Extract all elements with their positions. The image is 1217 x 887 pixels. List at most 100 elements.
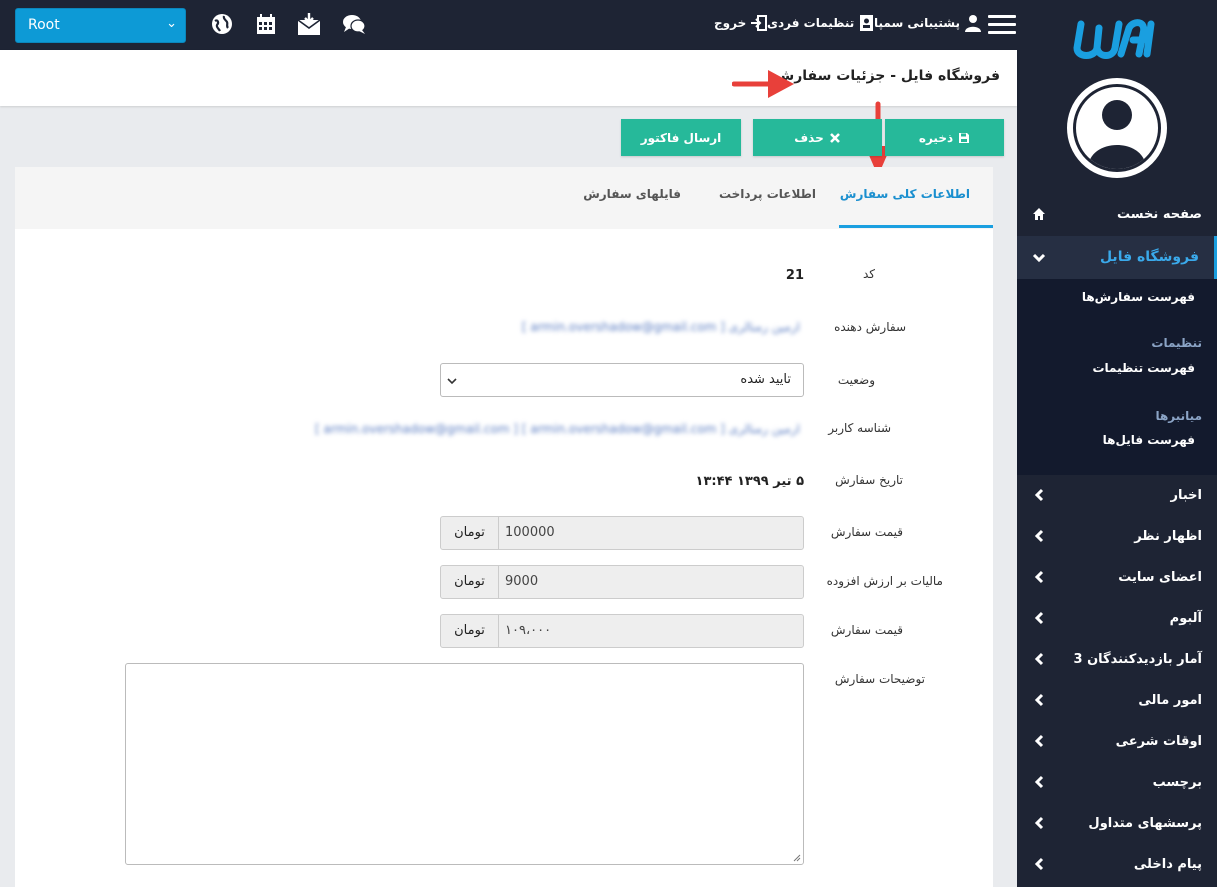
sidebar-module-item[interactable]: پیام داخلی [1017,845,1217,885]
order-price-label: قیمت سفارش [830,525,903,539]
notes-textarea[interactable] [125,663,804,865]
price-unit: تومان [441,517,499,549]
mail-icon[interactable] [297,12,321,36]
chevron-down-icon [1032,250,1046,266]
support-label: پشتیبانی سمپا [874,16,960,30]
user-icon [964,14,982,32]
sidebar: صفحه نخست فروشگاه فایل فهرست سفارش‌ها تن… [1017,0,1217,887]
submenu-orders-list[interactable]: فهرست سفارش‌ها [1082,290,1195,304]
globe-icon[interactable] [210,12,234,36]
submenu-settings-list[interactable]: فهرست تنظیمات [1092,361,1195,375]
chevron-down-icon: ⌄ [166,16,177,31]
order-price-field[interactable]: تومان 100000 [440,516,804,550]
sidebar-item-label: صفحه نخست [1117,207,1202,222]
total-unit: تومان [441,615,499,647]
chevron-left-icon [1032,569,1046,585]
resize-grip-icon[interactable] [793,854,801,862]
page-title: فروشگاه فایل - جزئیات سفارش [774,68,1000,84]
sidebar-module-item[interactable]: آلبوم [1017,599,1217,639]
user-id-value[interactable]: [ armin.overshadow@gmail.com ] [ armin.o… [315,422,800,436]
chevron-left-icon [1032,856,1046,872]
sidebar-module-item[interactable]: اعضای سایت [1017,558,1217,598]
close-icon [829,132,841,144]
logout-link[interactable]: خروج [714,14,768,32]
site-select[interactable]: Root ⌄ [15,8,186,43]
sidebar-item-label: اوقات شرعی [1115,734,1202,749]
code-value: 21 [785,268,804,283]
tab-payment-info[interactable]: اطلاعات پرداخت [719,187,816,201]
menu-toggle-icon[interactable] [988,15,1016,35]
orderer-value[interactable]: [ armin.overshadow@gmail.com ] ارمین رمن… [522,320,800,334]
delete-label: حذف [794,130,824,145]
sidebar-item-home[interactable]: صفحه نخست [1017,195,1217,235]
exit-icon [750,14,768,32]
delete-button[interactable]: حذف [753,119,882,156]
chevron-left-icon [1032,774,1046,790]
sidebar-module-item[interactable]: اظهار نظر [1017,517,1217,557]
sidebar-module-item[interactable]: اوقات شرعی [1017,722,1217,762]
tab-general-info[interactable]: اطلاعات کلی سفارش [840,187,970,201]
tab-order-files[interactable]: فایلهای سفارش [583,187,681,201]
sana-logo [1073,10,1165,66]
chevron-left-icon [1032,487,1046,503]
send-invoice-button[interactable]: ارسال فاکتور [621,119,741,156]
total-price-label: قیمت سفارش [830,623,903,637]
sidebar-module-item[interactable]: امور مالی [1017,681,1217,721]
chevron-left-icon [1032,610,1046,626]
sidebar-item-label: امور مالی [1138,693,1202,708]
chevron-down-icon [447,375,457,385]
chat-icon[interactable] [342,12,366,36]
site-select-value: Root [28,17,60,33]
chevron-left-icon [1032,528,1046,544]
sidebar-item-label: اخبار [1170,488,1203,503]
vat-label: مالیات بر ارزش افزوده [826,574,943,588]
top-bar: Root ⌄ خروج تنظیمات فردی پشتیبانی سمپا [0,0,1017,50]
notes-label: توضیحات سفارش [834,672,925,686]
order-details-panel: اطلاعات کلی سفارش اطلاعات پرداخت فایلهای… [15,167,993,887]
floppy-disk-icon [958,132,970,144]
vat-field[interactable]: تومان 9000 [440,565,804,599]
chevron-left-icon [1032,733,1046,749]
vat-value: 9000 [505,574,539,589]
sidebar-module-item[interactable]: اخبار [1017,476,1217,516]
active-tab-indicator [839,225,993,228]
total-price-field[interactable]: تومان ۱۰۹،۰۰۰ [440,614,804,648]
code-label: کد [862,267,875,281]
support-link[interactable]: پشتیبانی سمپا [874,14,982,32]
calendar-icon[interactable] [254,12,278,36]
sidebar-item-label: فروشگاه فایل [1099,249,1199,265]
annotation-arrow-icon [732,70,794,98]
user-id-label: شناسه کاربر [828,421,891,435]
order-date-value: ۵ تیر ۱۳۹۹ ۱۳:۴۴ [695,474,804,489]
chevron-left-icon [1032,692,1046,708]
sidebar-item-label: آمار بازدیدکنندگان 3 [1073,652,1203,667]
submenu-shortcuts-heading: میانبرها [1155,409,1202,423]
page-header: فروشگاه فایل - جزئیات سفارش [0,50,1017,106]
sidebar-item-label: برچسب [1152,775,1202,790]
submenu-files-list[interactable]: فهرست فایل‌ها [1103,433,1195,447]
order-date-label: تاریخ سفارش [835,473,903,487]
sidebar-item-file-store[interactable]: فروشگاه فایل [1017,236,1217,279]
submenu-settings-heading: تنظیمات [1151,336,1202,350]
sidebar-item-label: اعضای سایت [1118,570,1202,585]
sidebar-module-item[interactable]: پرسشهای متداول [1017,804,1217,844]
personal-settings-link[interactable]: تنظیمات فردی [767,14,876,32]
home-icon [1032,206,1046,222]
sidebar-module-item[interactable]: برچسب [1017,763,1217,803]
total-value: ۱۰۹،۰۰۰ [505,623,552,638]
sidebar-module-item[interactable]: آمار بازدیدکنندگان 3 [1017,640,1217,680]
sidebar-item-label: آلبوم [1169,611,1202,626]
logout-label: خروج [714,16,747,30]
status-select-value: تایید شده [740,372,791,387]
tab-bar: اطلاعات کلی سفارش اطلاعات پرداخت فایلهای… [15,167,993,229]
save-button[interactable]: ذخیره [885,119,1004,156]
status-label: وضعیت [837,373,875,387]
file-store-submenu: فهرست سفارش‌ها تنظیمات فهرست تنظیمات میا… [1017,279,1217,475]
orderer-label: سفارش دهنده [834,320,906,334]
sidebar-item-label: پرسشهای متداول [1088,816,1202,831]
user-avatar [1067,78,1167,178]
status-select[interactable]: تایید شده [440,363,804,397]
send-invoice-label: ارسال فاکتور [640,130,722,145]
save-label: ذخیره [918,130,954,145]
chevron-left-icon [1032,815,1046,831]
